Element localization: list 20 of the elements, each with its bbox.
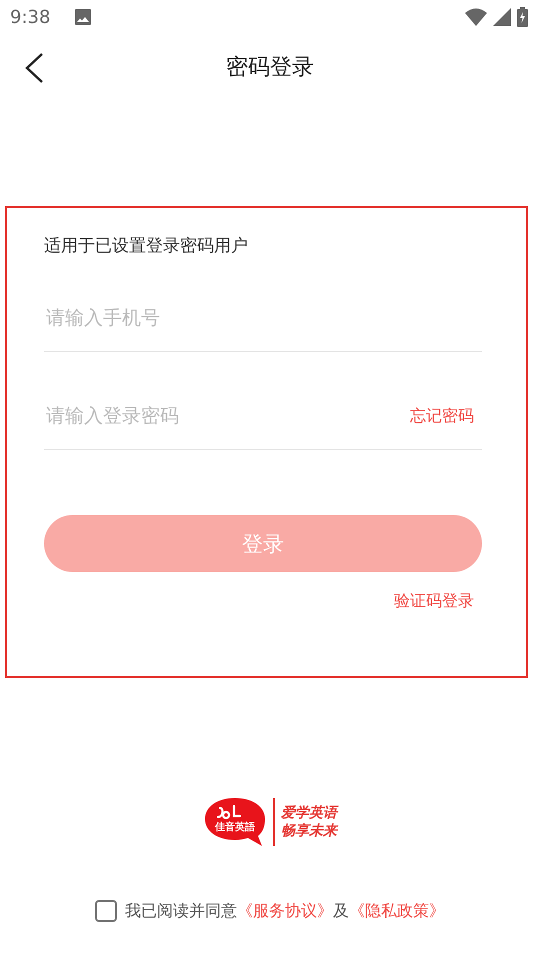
service-agreement-link[interactable]: 《服务协议》: [237, 900, 333, 920]
slogan-text: 爱学英语: [281, 804, 337, 822]
agree-checkbox[interactable]: [95, 900, 117, 922]
status-time: 9:38: [10, 6, 50, 28]
wifi-icon: [465, 8, 487, 26]
password-input-field[interactable]: 请输入登录密码: [44, 404, 410, 428]
agreement-text: 我已阅读并同意《服务协议》及《隐私政策》: [125, 900, 445, 922]
privacy-policy-link[interactable]: 《隐私政策》: [349, 900, 445, 920]
hint-text: 适用于已设置登录密码用户: [44, 235, 249, 257]
battery-icon: [517, 7, 528, 27]
slogan-text: 畅享未来: [281, 822, 337, 840]
phone-input-field[interactable]: 请输入手机号: [44, 306, 482, 330]
page-title: 密码登录: [226, 54, 314, 82]
back-icon: [24, 52, 44, 84]
signal-icon: [493, 8, 511, 26]
image-icon: [74, 8, 92, 26]
logo-badge: 佳音英語: [203, 796, 267, 848]
back-button[interactable]: [24, 52, 44, 84]
sms-login-link[interactable]: 验证码登录: [394, 591, 482, 612]
forgot-password-link[interactable]: 忘记密码: [410, 406, 482, 426]
